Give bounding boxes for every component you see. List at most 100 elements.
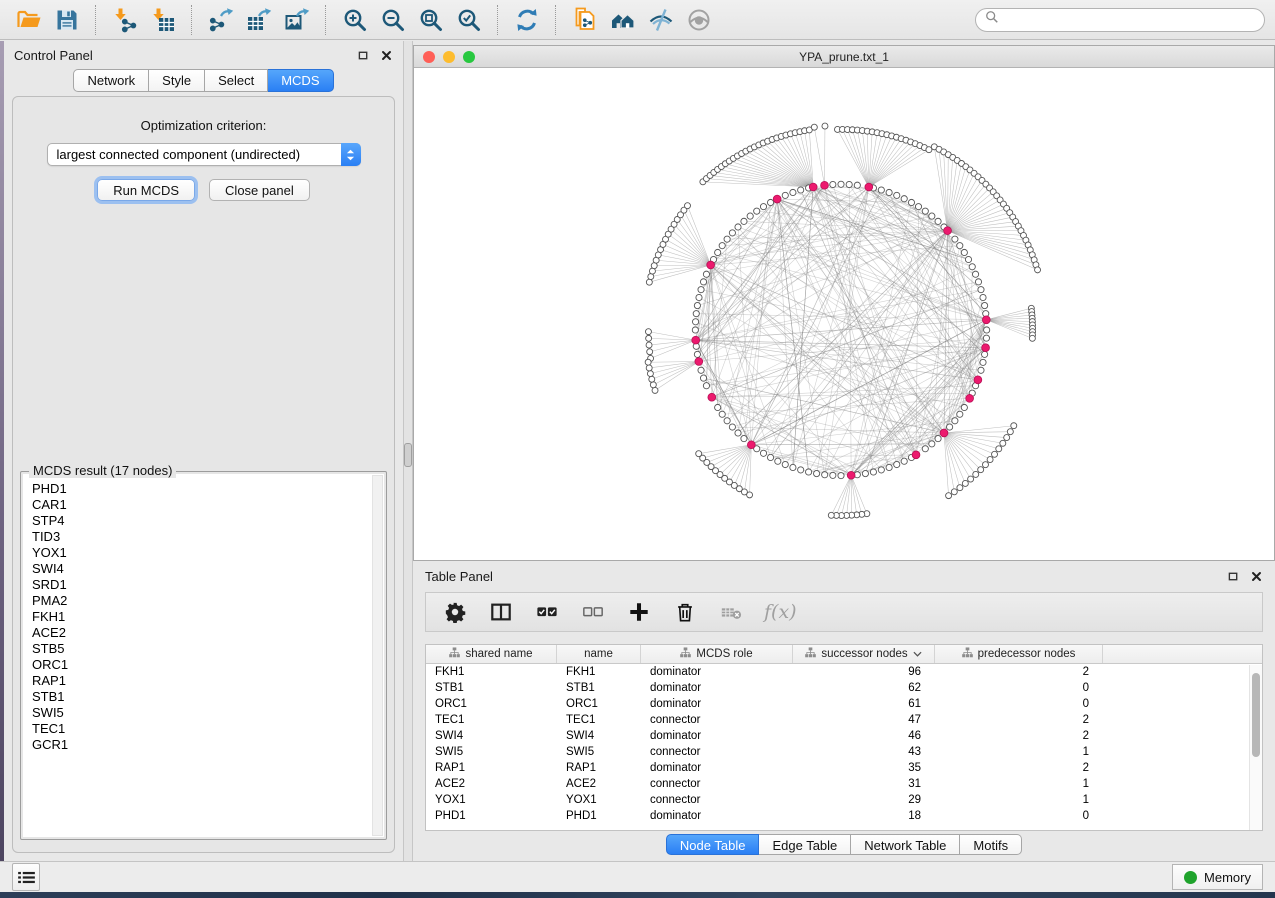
tab-select[interactable]: Select — [205, 69, 268, 92]
float-table-panel-button[interactable] — [1226, 570, 1240, 584]
cell-shared-name: TEC1 — [426, 714, 557, 726]
mcds-result-item[interactable]: YOX1 — [23, 545, 384, 561]
mcds-result-item[interactable]: PMA2 — [23, 593, 384, 609]
add-row-button[interactable] — [626, 599, 652, 625]
mcds-result-item[interactable]: STB1 — [23, 689, 384, 705]
open-cloud-button[interactable] — [607, 4, 639, 36]
column-header-name[interactable]: name — [557, 645, 641, 663]
column-header-shared-name[interactable]: shared name — [426, 645, 557, 663]
share-network-icon — [572, 7, 598, 33]
mcds-result-item[interactable]: TEC1 — [23, 721, 384, 737]
zoom-out-button[interactable] — [377, 4, 409, 36]
search-box[interactable] — [975, 8, 1265, 32]
save-session-button[interactable] — [51, 4, 83, 36]
table-row[interactable]: ACE2ACE2connector311 — [426, 776, 1262, 792]
cell-successor-nodes: 43 — [793, 746, 935, 758]
apply-layout-button[interactable] — [511, 4, 543, 36]
select-stepper-icon — [341, 143, 361, 166]
task-history-button[interactable] — [12, 863, 40, 891]
import-network-button[interactable] — [109, 4, 141, 36]
table-row[interactable]: STB1STB1dominator620 — [426, 680, 1262, 696]
tree-icon — [680, 647, 691, 661]
table-scrollbar-thumb[interactable] — [1252, 673, 1260, 757]
panel-splitter[interactable] — [403, 41, 413, 861]
hide-graphics-details-button[interactable] — [645, 4, 677, 36]
column-header-predecessor-nodes[interactable]: predecessor nodes — [935, 645, 1103, 663]
mcds-result-item[interactable]: FKH1 — [23, 609, 384, 625]
table-row[interactable]: ORC1ORC1dominator610 — [426, 696, 1262, 712]
table-row[interactable]: PHD1PHD1dominator180 — [426, 808, 1262, 824]
zoom-in-button[interactable] — [339, 4, 371, 36]
close-table-panel-button[interactable] — [1249, 570, 1263, 584]
tab-network-table[interactable]: Network Table — [851, 834, 960, 855]
table-row[interactable]: YOX1YOX1connector291 — [426, 792, 1262, 808]
open-session-button[interactable] — [13, 4, 45, 36]
table-row[interactable]: SWI4SWI4dominator462 — [426, 728, 1262, 744]
show-graphics-details-button[interactable] — [683, 4, 715, 36]
tab-motifs[interactable]: Motifs — [960, 834, 1022, 855]
export-table-button[interactable] — [243, 4, 275, 36]
float-control-panel-button[interactable] — [356, 48, 370, 62]
table-row[interactable]: FKH1FKH1dominator962 — [426, 664, 1262, 680]
cell-successor-nodes: 61 — [793, 698, 935, 710]
mcds-result-item[interactable]: ORC1 — [23, 657, 384, 673]
share-network-button[interactable] — [569, 4, 601, 36]
list-icon — [18, 871, 35, 884]
table-row[interactable]: TEC1TEC1connector472 — [426, 712, 1262, 728]
tab-mcds[interactable]: MCDS — [268, 69, 333, 92]
zoom-window-button[interactable] — [463, 51, 475, 63]
cell-shared-name: YOX1 — [426, 794, 557, 806]
import-network-icon — [112, 7, 138, 33]
mcds-result-item[interactable]: STP4 — [23, 513, 384, 529]
mcds-result-item[interactable]: STB5 — [23, 641, 384, 657]
import-table-button[interactable] — [147, 4, 179, 36]
open-session-icon — [16, 7, 42, 33]
delete-selected-rows-button[interactable] — [672, 599, 698, 625]
close-panel-button[interactable]: Close panel — [209, 179, 310, 201]
unselect-all-rows-button[interactable] — [580, 599, 606, 625]
network-canvas[interactable] — [414, 68, 1274, 560]
mcds-result-item[interactable]: RAP1 — [23, 673, 384, 689]
optimization-criterion-select[interactable]: largest connected component (undirected) — [47, 143, 361, 166]
toggle-column-panel-button[interactable] — [488, 599, 514, 625]
export-image-button[interactable] — [281, 4, 313, 36]
tab-edge-table[interactable]: Edge Table — [759, 834, 851, 855]
table-row[interactable]: SWI5SWI5connector431 — [426, 744, 1262, 760]
zoom-in-icon — [342, 7, 368, 33]
list-scrollbar[interactable] — [372, 475, 383, 836]
network-graph[interactable] — [414, 68, 1274, 560]
table-row[interactable]: RAP1RAP1dominator352 — [426, 760, 1262, 776]
tab-network[interactable]: Network — [73, 69, 149, 92]
table-settings-button[interactable] — [442, 599, 468, 625]
column-header-MCDS-role[interactable]: MCDS role — [641, 645, 793, 663]
cell-MCDS-role: dominator — [641, 698, 793, 710]
select-all-rows-button[interactable] — [534, 599, 560, 625]
splitter-handle[interactable] — [404, 443, 412, 467]
mcds-result-item[interactable]: TID3 — [23, 529, 384, 545]
run-mcds-button[interactable]: Run MCDS — [97, 179, 195, 201]
tab-node-table[interactable]: Node Table — [666, 834, 760, 855]
close-window-button[interactable] — [423, 51, 435, 63]
zoom-selected-button[interactable] — [453, 4, 485, 36]
mcds-result-item[interactable]: PHD1 — [23, 481, 384, 497]
memory-button[interactable]: Memory — [1172, 864, 1263, 890]
close-icon — [1251, 571, 1262, 582]
mcds-result-item[interactable]: SWI4 — [23, 561, 384, 577]
mcds-result-item[interactable]: SWI5 — [23, 705, 384, 721]
cell-name: TEC1 — [557, 714, 641, 726]
export-network-button[interactable] — [205, 4, 237, 36]
mcds-result-list[interactable]: PHD1CAR1STP4TID3YOX1SWI4SRD1PMA2FKH1ACE2… — [23, 474, 384, 837]
mcds-result-item[interactable]: SRD1 — [23, 577, 384, 593]
minimize-window-button[interactable] — [443, 51, 455, 63]
zoom-fit-button[interactable] — [415, 4, 447, 36]
table-scrollbar[interactable] — [1249, 665, 1262, 830]
add-row-icon — [628, 601, 650, 623]
chevron-down-icon[interactable] — [913, 648, 922, 660]
mcds-result-item[interactable]: ACE2 — [23, 625, 384, 641]
tab-style[interactable]: Style — [149, 69, 205, 92]
mcds-result-item[interactable]: GCR1 — [23, 737, 384, 753]
search-input[interactable] — [1004, 12, 1255, 28]
column-header-successor-nodes[interactable]: successor nodes — [793, 645, 935, 663]
mcds-result-item[interactable]: CAR1 — [23, 497, 384, 513]
close-control-panel-button[interactable] — [379, 48, 393, 62]
